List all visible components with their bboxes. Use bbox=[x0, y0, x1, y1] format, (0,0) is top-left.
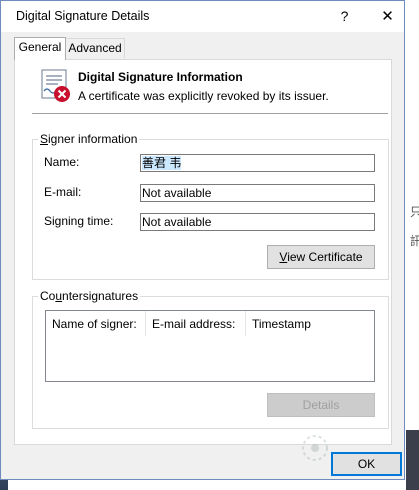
signing-time-label: Signing time: bbox=[44, 214, 114, 228]
background-text-fragment: 只 bbox=[410, 205, 419, 219]
info-title: Digital Signature Information bbox=[78, 70, 243, 84]
column-header-email-address[interactable]: E-mail address: bbox=[146, 311, 246, 336]
help-button[interactable]: ? bbox=[322, 1, 367, 32]
email-label: E-mail: bbox=[44, 185, 82, 199]
view-certificate-label-rest: iew Certificate bbox=[287, 250, 363, 264]
column-header-timestamp[interactable]: Timestamp bbox=[246, 311, 374, 336]
title-bar: Digital Signature Details ? ✕ bbox=[1, 1, 404, 32]
column-header-name-of-signer[interactable]: Name of signer: bbox=[46, 311, 146, 336]
tab-general[interactable]: General bbox=[14, 37, 66, 60]
countersignatures-label-rest: ntersignatures bbox=[62, 289, 139, 303]
tab-advanced[interactable]: Advanced bbox=[65, 38, 125, 58]
signer-information-label: Signer information bbox=[38, 132, 140, 146]
divider bbox=[32, 113, 388, 114]
signer-information-label-rest: igner information bbox=[48, 132, 138, 146]
background-taskbar-area bbox=[406, 430, 419, 490]
countersignatures-list[interactable]: Name of signer: E-mail address: Timestam… bbox=[45, 310, 375, 382]
certificate-revoked-icon bbox=[41, 69, 70, 102]
countersignatures-label: Countersignatures bbox=[38, 289, 141, 303]
details-button[interactable]: Details bbox=[267, 393, 375, 417]
signing-time-field[interactable]: Not available bbox=[140, 213, 375, 231]
certificate-status-text: A certificate was explicitly revoked by … bbox=[78, 89, 329, 103]
view-certificate-button[interactable]: View Certificate bbox=[267, 245, 375, 269]
signer-email-field[interactable]: Not available bbox=[140, 184, 375, 202]
name-label: Name: bbox=[44, 155, 80, 169]
watermark-logo bbox=[302, 435, 328, 461]
window-title: Digital Signature Details bbox=[16, 9, 150, 23]
signer-name-value: 善君 韦 bbox=[142, 156, 182, 170]
background-text-fragment: 訊 bbox=[410, 234, 419, 248]
close-button[interactable]: ✕ bbox=[365, 1, 410, 32]
signer-name-field[interactable]: 善君 韦 bbox=[140, 154, 375, 172]
ok-button[interactable]: OK bbox=[331, 452, 402, 476]
